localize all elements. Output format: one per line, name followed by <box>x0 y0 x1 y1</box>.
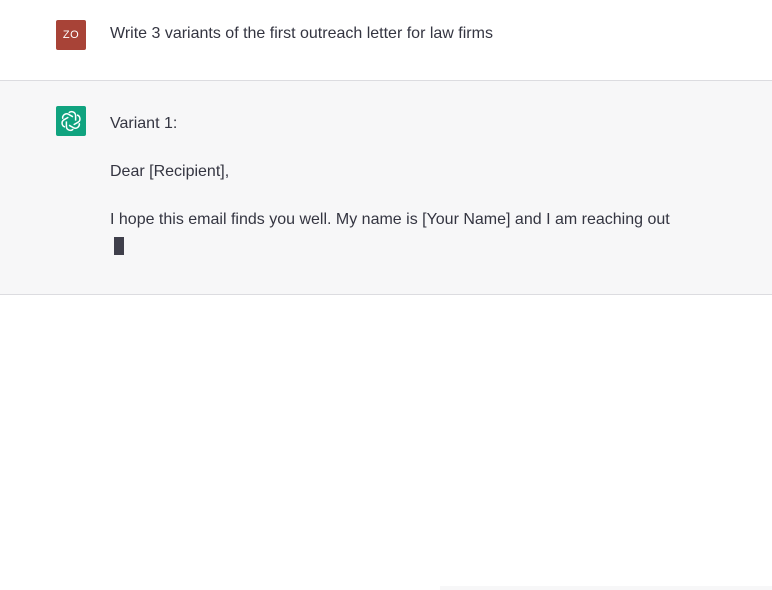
reply-line: Dear [Recipient], <box>110 163 230 180</box>
reply-line-streaming: I hope this email finds you well. My nam… <box>110 206 670 262</box>
reply-line-text: I hope this email finds you well. My nam… <box>110 211 670 228</box>
assistant-reply: Variant 1: Dear [Recipient], I hope this… <box>110 110 670 262</box>
user-message-text: Write 3 variants of the first outreach l… <box>110 25 493 42</box>
user-message: ZO Write 3 variants of the first outreac… <box>0 0 772 81</box>
user-avatar: ZO <box>56 20 86 50</box>
typing-cursor <box>114 237 124 255</box>
reply-line: Variant 1: <box>110 115 178 132</box>
assistant-avatar <box>56 106 86 136</box>
assistant-message: Variant 1: Dear [Recipient], I hope this… <box>0 81 772 295</box>
openai-logo-icon <box>61 110 81 132</box>
input-area-edge <box>440 586 772 590</box>
